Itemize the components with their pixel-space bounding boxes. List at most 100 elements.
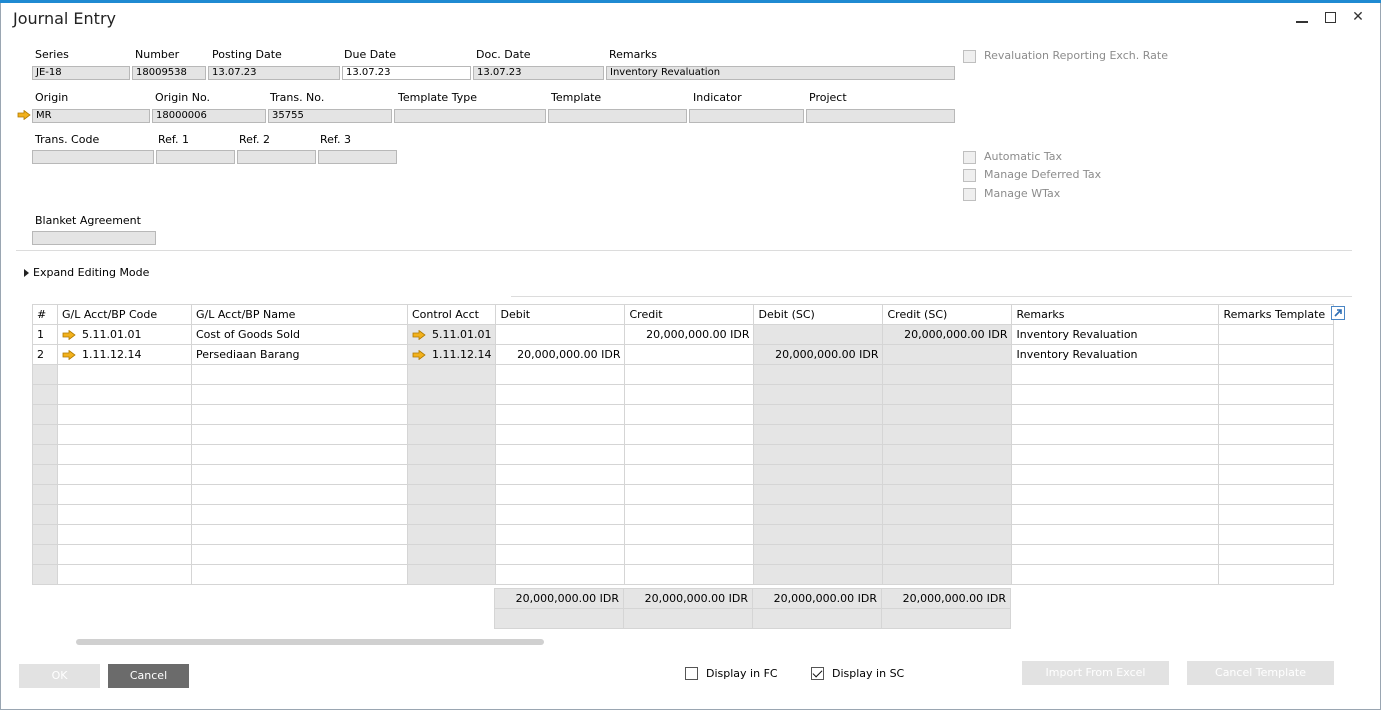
empty-cell[interactable] (57, 444, 192, 465)
empty-cell[interactable] (191, 424, 408, 445)
empty-cell[interactable] (882, 384, 1013, 405)
empty-cell[interactable] (753, 524, 884, 545)
empty-cell[interactable] (495, 484, 626, 505)
remarks-template-cell[interactable] (1218, 344, 1335, 365)
table-row[interactable] (32, 384, 1335, 405)
empty-cell[interactable] (406, 544, 497, 565)
empty-cell[interactable] (191, 404, 408, 425)
empty-cell[interactable] (1011, 524, 1220, 545)
link-arrow-icon[interactable] (17, 110, 31, 120)
template-type-field[interactable] (394, 109, 546, 123)
trans-no-field[interactable]: 35755 (268, 109, 392, 123)
automatic-tax-checkbox[interactable] (963, 151, 976, 164)
indicator-field[interactable] (689, 109, 804, 123)
empty-cell[interactable] (191, 444, 408, 465)
trans-code-field[interactable] (32, 150, 154, 164)
empty-cell[interactable] (1218, 484, 1335, 505)
empty-cell[interactable] (406, 504, 497, 525)
ok-button[interactable]: OK (19, 664, 100, 688)
empty-cell[interactable] (753, 424, 884, 445)
table-row[interactable] (32, 464, 1335, 485)
origin-no-field[interactable]: 18000006 (152, 109, 266, 123)
table-row[interactable] (32, 484, 1335, 505)
table-row[interactable] (32, 564, 1335, 585)
control-acct-cell[interactable]: 5.11.01.01 (406, 324, 497, 345)
empty-cell[interactable] (191, 524, 408, 545)
empty-cell[interactable] (406, 484, 497, 505)
empty-cell[interactable] (882, 364, 1013, 385)
empty-cell[interactable] (624, 564, 755, 585)
expand-grid-icon[interactable] (1331, 306, 1345, 320)
empty-cell[interactable] (57, 504, 192, 525)
empty-cell[interactable] (57, 424, 192, 445)
empty-cell[interactable] (624, 444, 755, 465)
cancel-button[interactable]: Cancel (108, 664, 189, 688)
revaluation-reporting-checkbox[interactable] (963, 50, 976, 63)
empty-cell[interactable] (32, 484, 58, 505)
table-row[interactable] (32, 444, 1335, 465)
empty-cell[interactable] (406, 384, 497, 405)
table-row[interactable]: 2 1.11.12.14 Persediaan Barang 1.11.12.1… (32, 344, 1335, 365)
credit-cell[interactable]: 20,000,000.00 IDR (624, 324, 755, 345)
column-header[interactable]: # (32, 304, 58, 325)
table-row[interactable] (32, 524, 1335, 545)
empty-cell[interactable] (495, 384, 626, 405)
empty-cell[interactable] (191, 544, 408, 565)
empty-cell[interactable] (1011, 364, 1220, 385)
empty-cell[interactable] (406, 404, 497, 425)
empty-cell[interactable] (191, 564, 408, 585)
empty-cell[interactable] (32, 404, 58, 425)
column-header[interactable]: Credit (SC) (882, 304, 1013, 325)
remarks-cell[interactable]: Inventory Revaluation (1011, 324, 1220, 345)
empty-cell[interactable] (495, 424, 626, 445)
empty-cell[interactable] (1011, 464, 1220, 485)
empty-cell[interactable] (191, 464, 408, 485)
column-header[interactable]: Remarks Template (1218, 304, 1335, 325)
series-field[interactable]: JE-18 (32, 66, 130, 80)
minimize-icon[interactable] (1294, 9, 1310, 25)
empty-cell[interactable] (624, 364, 755, 385)
empty-cell[interactable] (1218, 504, 1335, 525)
empty-cell[interactable] (32, 504, 58, 525)
project-field[interactable] (806, 109, 955, 123)
empty-cell[interactable] (57, 404, 192, 425)
empty-cell[interactable] (882, 484, 1013, 505)
empty-cell[interactable] (624, 424, 755, 445)
link-arrow-icon[interactable] (412, 329, 426, 340)
debit-cell[interactable] (495, 324, 626, 345)
empty-cell[interactable] (882, 404, 1013, 425)
empty-cell[interactable] (406, 364, 497, 385)
debit-sc-cell[interactable]: 20,000,000.00 IDR (753, 344, 884, 365)
ref2-field[interactable] (237, 150, 316, 164)
credit-sc-cell[interactable]: 20,000,000.00 IDR (882, 324, 1013, 345)
empty-cell[interactable] (624, 504, 755, 525)
table-row[interactable]: 1 5.11.01.01 Cost of Goods Sold 5.11.01.… (32, 324, 1335, 345)
column-header[interactable]: G/L Acct/BP Code (57, 304, 192, 325)
empty-cell[interactable] (406, 424, 497, 445)
display-sc-option[interactable]: Display in SC (811, 667, 904, 680)
empty-cell[interactable] (1218, 564, 1335, 585)
empty-cell[interactable] (882, 544, 1013, 565)
empty-cell[interactable] (495, 564, 626, 585)
empty-cell[interactable] (753, 404, 884, 425)
empty-cell[interactable] (882, 444, 1013, 465)
empty-cell[interactable] (32, 384, 58, 405)
empty-cell[interactable] (32, 544, 58, 565)
empty-cell[interactable] (191, 364, 408, 385)
remarks-template-cell[interactable] (1218, 324, 1335, 345)
maximize-icon[interactable] (1322, 9, 1338, 25)
empty-cell[interactable] (495, 464, 626, 485)
display-fc-option[interactable]: Display in FC (685, 667, 778, 680)
empty-cell[interactable] (1011, 544, 1220, 565)
column-header[interactable]: Debit (495, 304, 626, 325)
empty-cell[interactable] (495, 444, 626, 465)
credit-sc-cell[interactable] (882, 344, 1013, 365)
empty-cell[interactable] (1011, 384, 1220, 405)
column-header[interactable]: G/L Acct/BP Name (191, 304, 408, 325)
empty-cell[interactable] (753, 544, 884, 565)
remarks-cell[interactable]: Inventory Revaluation (1011, 344, 1220, 365)
link-arrow-icon[interactable] (412, 349, 426, 360)
empty-cell[interactable] (753, 464, 884, 485)
column-header[interactable]: Debit (SC) (753, 304, 884, 325)
link-arrow-icon[interactable] (62, 329, 76, 340)
